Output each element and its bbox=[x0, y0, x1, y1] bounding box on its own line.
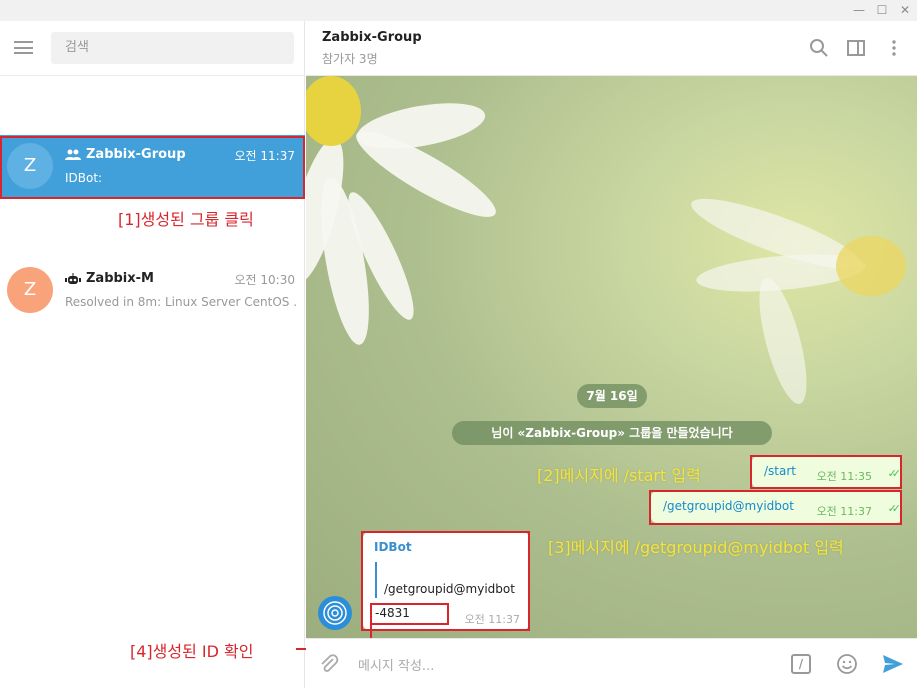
chat-time: 오전 10:30 bbox=[234, 273, 295, 287]
search-input[interactable]: 검색 bbox=[51, 32, 294, 64]
chat-name: Zabbix-M bbox=[86, 271, 154, 286]
annotation-box-3 bbox=[649, 490, 902, 525]
service-message: 님이 «Zabbix-Group» 그룹을 만들었습니다 bbox=[452, 421, 772, 445]
attach-icon[interactable] bbox=[318, 653, 340, 675]
flower-center bbox=[836, 236, 906, 296]
close-button[interactable]: ✕ bbox=[897, 3, 913, 17]
avatar: Z bbox=[7, 267, 53, 313]
date-pill: 7월 16일 bbox=[577, 384, 647, 408]
chat-header-subtitle: 참가자 3명 bbox=[322, 52, 378, 66]
chat-item-zabbix-m[interactable]: Z Zabbix-M 오전 10:30 Resolved in 8m: Linu… bbox=[0, 259, 305, 321]
emoji-icon[interactable] bbox=[836, 653, 858, 675]
chat-header: Zabbix-Group 참가자 3명 bbox=[306, 21, 917, 76]
annotation-label-4: [4]생성된 ID 확인 bbox=[130, 642, 254, 661]
message-composer: 메시지 작성... / bbox=[306, 638, 917, 688]
more-options-icon[interactable] bbox=[884, 38, 904, 58]
annotation-box-1 bbox=[0, 136, 305, 199]
annotation-label-1: [1]생성된 그룹 클릭 bbox=[118, 210, 254, 229]
send-icon[interactable] bbox=[881, 653, 905, 675]
maximize-button[interactable]: ☐ bbox=[874, 3, 890, 17]
annotation-label-2: [2]메시지에 /start 입력 bbox=[537, 466, 701, 485]
sidebar-header: 검색 bbox=[0, 21, 305, 76]
bot-commands-button[interactable]: / bbox=[791, 654, 811, 674]
chat-list-sidebar: 검색 Z Zabbix-Group 오전 11:37 IDBot: Z Zabb… bbox=[0, 21, 305, 688]
window-titlebar: — ☐ ✕ bbox=[0, 0, 917, 21]
bot-avatar[interactable] bbox=[318, 596, 352, 630]
search-icon[interactable] bbox=[809, 38, 829, 58]
chat-header-title[interactable]: Zabbix-Group bbox=[322, 30, 422, 45]
flower-center bbox=[306, 76, 361, 146]
sidebar-toggle-icon[interactable] bbox=[846, 38, 866, 58]
message-input[interactable]: 메시지 작성... bbox=[358, 655, 434, 674]
annotation-box-2 bbox=[750, 455, 902, 489]
chat-title: Zabbix-M bbox=[65, 271, 154, 286]
flower-petal bbox=[749, 273, 817, 409]
annotation-box-5 bbox=[370, 603, 449, 625]
menu-icon[interactable] bbox=[14, 41, 33, 54]
bot-icon bbox=[65, 272, 81, 284]
minimize-button[interactable]: — bbox=[851, 3, 867, 17]
chat-preview: Resolved in 8m: Linux Server CentOS ... bbox=[65, 295, 297, 309]
annotation-label-3: [3]메시지에 /getgroupid@myidbot 입력 bbox=[548, 538, 844, 557]
